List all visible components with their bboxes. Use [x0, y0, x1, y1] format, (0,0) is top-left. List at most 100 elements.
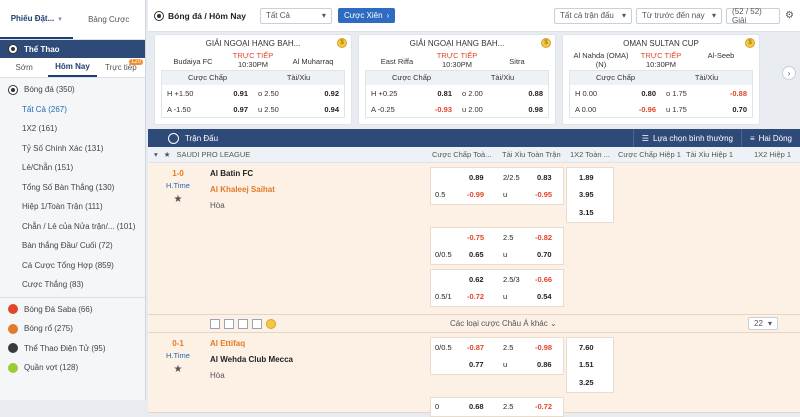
main-panel: Bóng đá / Hôm Nay Tất Cả ▾ Cược Xiên › Tất… — [148, 0, 800, 417]
odds-value[interactable]: -0.87 — [467, 343, 484, 352]
odds-value[interactable]: 0.62 — [469, 275, 484, 284]
odds-value[interactable]: -0.98 — [535, 343, 552, 352]
sidebar-item-odd-even[interactable]: Lẻ/Chẵn (151) — [0, 158, 145, 178]
favorite-star-icon[interactable]: ★ — [148, 364, 208, 375]
sidebar-item-total-goals[interactable]: Tổng Số Bàn Thắng (130) — [0, 178, 145, 198]
sidebar-item-correct-score[interactable]: Tỷ Số Chính Xác (131) — [0, 139, 145, 159]
tab-bets[interactable]: Phiếu Đặt... ▾ — [0, 0, 73, 39]
odds-cell[interactable]: o 1.75 -0.88 — [661, 89, 752, 98]
sidebar-item-1x2[interactable]: 1X2 (161) — [0, 119, 145, 139]
hdp-header: Cược Chấp — [595, 73, 636, 82]
gear-icon[interactable]: ⚙ — [785, 10, 794, 21]
match-filter-select[interactable]: Tất cả trận đấu ▾ — [554, 7, 633, 24]
favorite-star-icon[interactable]: ★ — [148, 194, 208, 205]
cashout-coin-icon[interactable] — [266, 318, 276, 329]
sidebar-item-esports[interactable]: Thể Thao Điện Tử (95) — [0, 339, 145, 359]
sidebar-item-outright[interactable]: Cược Thắng (83) — [0, 275, 145, 295]
odds-cell[interactable]: u 1.75 0.70 — [661, 105, 752, 114]
sidebar-item-label: Thể Thao Điện Tử (95) — [24, 343, 106, 353]
odds-value[interactable]: 0.65 — [469, 250, 484, 259]
odds-cell[interactable]: H +1.50 0.91 — [162, 89, 253, 98]
odds-cell[interactable]: o 2.00 0.88 — [457, 89, 548, 98]
featured-card[interactable]: $ GIẢI NGOẠI HẠNG BAH... East Riffa TRỰC… — [358, 34, 556, 125]
odds-value[interactable]: 0.77 — [469, 360, 484, 369]
sidebar-item-basketball[interactable]: Bóng rổ (275) — [0, 319, 145, 339]
odds-cell[interactable]: u 2.00 0.98 — [457, 105, 548, 114]
odds-cell[interactable]: o 2.50 0.92 — [253, 89, 344, 98]
odds-value[interactable]: -0.72 — [467, 292, 484, 301]
more-count-select[interactable]: 22 ▾ — [748, 317, 778, 330]
odds-value[interactable]: -0.95 — [535, 190, 552, 199]
odds-value[interactable]: -0.99 — [467, 190, 484, 199]
odds-value[interactable]: 0.86 — [537, 360, 552, 369]
kickoff-time: 10:30PM — [645, 60, 677, 69]
sort-select[interactable]: Từ trước đến nay ▾ — [636, 7, 723, 24]
odds-value[interactable]: 3.95 — [579, 190, 594, 199]
odds-cell[interactable]: u 2.50 0.94 — [253, 105, 344, 114]
sidebar-item-mix-parlay[interactable]: Cá Cược Tổng Hợp (859) — [0, 256, 145, 276]
esports-icon — [8, 343, 18, 354]
lines-mode-button[interactable]: ≡ Hai Dòng — [740, 129, 800, 147]
star-icon[interactable]: ★ — [164, 150, 171, 159]
tab-slip[interactable]: Bảng Cược — [73, 0, 146, 39]
sidebar: Phiếu Đặt... ▾ Bảng Cược Thể Thao Sớm Hôm… — [0, 0, 146, 400]
odds-cell[interactable]: A -1.50 0.97 — [162, 105, 253, 114]
live-tv-icon[interactable] — [224, 318, 234, 329]
odds-value[interactable]: 0.68 — [469, 402, 484, 411]
sidebar-item-soccer[interactable]: Bóng đá (350) — [0, 80, 145, 100]
ou-line: 2.5/3 — [503, 275, 520, 284]
odds-group: 0 0.68 2.5 -0.72 — [430, 397, 564, 417]
odds-cell[interactable]: A 0.00 -0.96 — [570, 105, 661, 114]
odds-value: 0.81 — [437, 88, 452, 98]
league-count-select[interactable]: (52 / 52) Giải — [726, 7, 781, 25]
odds-value[interactable]: 0.83 — [537, 173, 552, 182]
odds-value[interactable]: 3.15 — [579, 208, 594, 217]
live-count-badge: 120 — [128, 59, 143, 65]
odds-value[interactable]: -0.82 — [535, 233, 552, 242]
sidebar-item-all[interactable]: Tất Cả (267) — [0, 100, 145, 120]
stats-icon[interactable] — [210, 318, 220, 329]
odds-value[interactable]: 7.60 — [579, 343, 594, 352]
sidebar-item-ht-ft[interactable]: Hiệp 1/Toàn Trận (111) — [0, 197, 145, 217]
combo-bet-button[interactable]: Cược Xiên › — [337, 8, 396, 23]
chevron-right-icon: › — [787, 68, 791, 78]
odds-value[interactable]: -0.75 — [467, 233, 484, 242]
odds-value[interactable]: 1.51 — [579, 360, 594, 369]
hdp-line: 0.5 — [435, 190, 446, 199]
sidebar-item-first-last-goal[interactable]: Bàn thắng Đầu/ Cuối (72) — [0, 236, 145, 256]
basketball-icon — [8, 323, 18, 334]
view-mode-button[interactable]: ☰ Lựa chọn bình thường — [632, 129, 741, 147]
sidebar-item-half-odd-even[interactable]: Chẵn / Lẻ của Nửa trận/... (101) — [0, 217, 145, 237]
featured-card[interactable]: $ OMAN SULTAN CUP Al Nahda (OMA) (N) TRỰ… — [562, 34, 760, 125]
topbar: Bóng đá / Hôm Nay Tất Cả ▾ Cược Xiên › Tất… — [148, 0, 800, 32]
subtab-today[interactable]: Hôm Nay — [48, 58, 97, 77]
subtab-live[interactable]: Trực tiếp 120 — [97, 58, 145, 77]
column-header-row: ▾ ★ SAUDI PRO LEAGUE Cược Chấp Toà... Tà… — [148, 147, 800, 163]
x12-group: 7.60 1.51 3.25 — [566, 337, 614, 393]
sport-header[interactable]: Thể Thao — [0, 40, 145, 58]
sidebar-item-saba-soccer[interactable]: Bóng Đá Saba (66) — [0, 300, 145, 320]
sidebar-item-label: Quần vợt (128) — [24, 363, 79, 373]
odds-value[interactable]: -0.66 — [535, 275, 552, 284]
hdp-line: 0.5/1 — [435, 292, 452, 301]
odds-cell[interactable]: A -0.25 -0.93 — [366, 105, 457, 114]
sidebar-item-tennis[interactable]: Quần vợt (128) — [0, 358, 145, 378]
more-bets-link[interactable]: Các loại cược Châu Á khác ⌄ — [450, 319, 557, 328]
market-filter-select[interactable]: Tất Cả ▾ — [259, 7, 332, 24]
odds-value[interactable]: 0.70 — [537, 250, 552, 259]
odds-value[interactable]: 0.54 — [537, 292, 552, 301]
collapse-icon[interactable]: ▾ — [154, 150, 158, 159]
odds-value[interactable]: 0.89 — [469, 173, 484, 182]
odds-cell[interactable]: H 0.00 0.80 — [570, 89, 661, 98]
odds-value[interactable]: 3.25 — [579, 378, 594, 387]
odds-value[interactable]: 1.89 — [579, 173, 594, 182]
next-arrow-button[interactable]: › — [782, 66, 796, 80]
info-icon[interactable] — [252, 318, 262, 329]
hdp-line: 0/0.5 — [435, 250, 452, 259]
odds-cell[interactable]: H +0.25 0.81 — [366, 89, 457, 98]
chart-icon[interactable] — [238, 318, 248, 329]
featured-card[interactable]: $ GIẢI NGOẠI HẠNG BAH... Budaiya FC TRỰC… — [154, 34, 352, 125]
odds-value[interactable]: -0.72 — [535, 402, 552, 411]
subtab-early[interactable]: Sớm — [0, 58, 48, 77]
ou-line: u — [503, 190, 508, 199]
